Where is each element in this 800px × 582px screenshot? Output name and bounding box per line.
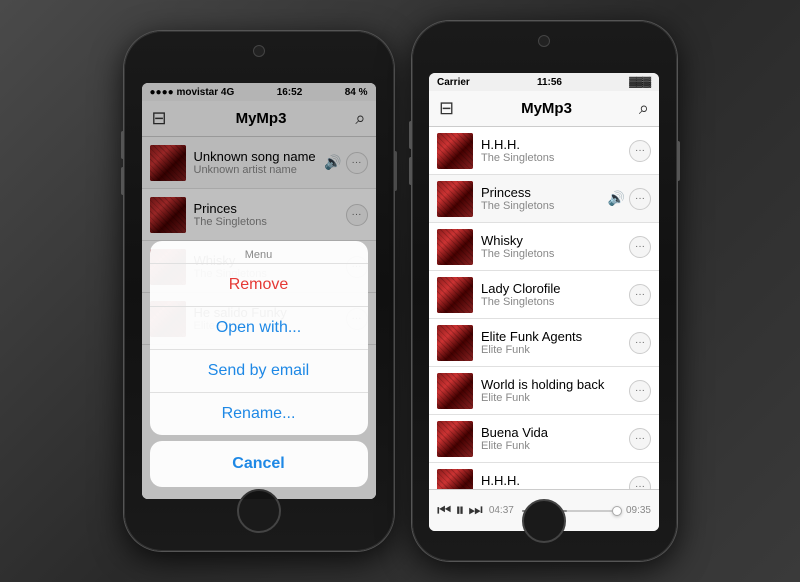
song-item-r7[interactable]: H.H.H. The Singletons ··· [429,463,659,489]
total-time: 09:35 [626,505,651,516]
song-info-r2: Whisky The Singletons [481,233,629,260]
player-bar: ⏮ ⏸ ⏭ 04:37 09:35 [429,489,659,531]
song-name-r1: Princess [481,185,608,200]
song-thumb-r6 [437,421,473,457]
song-thumb-r2 [437,229,473,265]
song-item-r4[interactable]: Elite Funk Agents Elite Funk ··· [429,319,659,367]
song-actions-r7: ··· [629,476,651,490]
song-artist-r1: The Singletons [481,200,608,212]
song-artist-r6: Elite Funk [481,440,629,452]
song-artist-r2: The Singletons [481,248,629,260]
right-screen: Carrier 11:56 ▓▓▓ ⊟ MyMp3 ⌕ H.H.H. The S… [429,73,659,531]
power-button[interactable] [394,151,397,191]
vol-up-button[interactable] [121,131,124,159]
nav-bar-right: ⊟ MyMp3 ⌕ [429,91,659,127]
song-artist-r4: Elite Funk [481,344,629,356]
song-item-r2[interactable]: Whisky The Singletons ··· [429,223,659,271]
song-info-r3: Lady Clorofile The Singletons [481,281,629,308]
progress-thumb[interactable] [612,506,622,516]
more-button-r4[interactable]: ··· [629,332,651,354]
status-carrier-right: Carrier [437,77,470,88]
rewind-button[interactable]: ⏮ [437,502,451,520]
song-thumb-r3 [437,277,473,313]
song-actions-r2: ··· [629,236,651,258]
song-actions-r3: ··· [629,284,651,306]
power-button-right[interactable] [677,141,680,181]
pause-button[interactable]: ⏸ [455,500,464,521]
song-item-r0[interactable]: H.H.H. The Singletons ··· [429,127,659,175]
menu-item-send-email[interactable]: Send by email [150,350,368,393]
song-name-r2: Whisky [481,233,629,248]
song-item-r6[interactable]: Buena Vida Elite Funk ··· [429,415,659,463]
left-screen: ●●●● movistar 4G 16:52 84 % ⊟ MyMp3 ⌕ Un… [142,83,376,499]
song-item-r1[interactable]: Princess The Singletons 🔊 ··· [429,175,659,223]
nav-search-icon-right[interactable]: ⌕ [639,98,649,119]
more-button-r5[interactable]: ··· [629,380,651,402]
nav-book-icon-right[interactable]: ⊟ [439,98,454,119]
song-info-r0: H.H.H. The Singletons [481,137,629,164]
song-actions-r6: ··· [629,428,651,450]
song-artist-r5: Elite Funk [481,392,629,404]
menu-item-rename[interactable]: Rename... [150,393,368,435]
song-item-r5[interactable]: World is holding back Elite Funk ··· [429,367,659,415]
context-menu-overlay[interactable]: Menu Remove Open with... Send by email R… [142,83,376,499]
more-button-r7[interactable]: ··· [629,476,651,490]
song-actions-r5: ··· [629,380,651,402]
status-time-right: 11:56 [537,77,562,88]
song-thumb-r0 [437,133,473,169]
song-info-r1: Princess The Singletons [481,185,608,212]
progress-bar[interactable] [522,510,618,512]
song-info-r4: Elite Funk Agents Elite Funk [481,329,629,356]
phone-left: ●●●● movistar 4G 16:52 84 % ⊟ MyMp3 ⌕ Un… [124,31,394,551]
vol-down-button-right[interactable] [409,157,412,185]
song-thumb-r5 [437,373,473,409]
more-button-r3[interactable]: ··· [629,284,651,306]
nav-title-right: MyMp3 [521,100,572,117]
current-time: 04:37 [489,505,514,516]
song-thumb-r1 [437,181,473,217]
song-name-r0: H.H.H. [481,137,629,152]
song-name-r3: Lady Clorofile [481,281,629,296]
song-name-r5: World is holding back [481,377,629,392]
song-thumb-r7 [437,469,473,490]
phone-right: Carrier 11:56 ▓▓▓ ⊟ MyMp3 ⌕ H.H.H. The S… [412,21,677,561]
more-button-r6[interactable]: ··· [629,428,651,450]
vol-down-button[interactable] [121,167,124,195]
song-actions-r0: ··· [629,140,651,162]
player-controls: ⏮ ⏸ ⏭ [437,500,483,521]
speaker-icon-r1: 🔊 [608,190,625,207]
status-battery-right: ▓▓▓ [629,77,651,88]
forward-button[interactable]: ⏭ [468,502,482,520]
song-artist-r0: The Singletons [481,152,629,164]
song-list-right: H.H.H. The Singletons ··· Princess The S… [429,127,659,489]
menu-title: Menu [150,241,368,264]
menu-item-open-with[interactable]: Open with... [150,307,368,350]
song-actions-r1: 🔊 ··· [608,188,651,210]
menu-sheet: Menu Remove Open with... Send by email R… [150,241,368,487]
song-actions-r4: ··· [629,332,651,354]
song-name-r6: Buena Vida [481,425,629,440]
more-button-r2[interactable]: ··· [629,236,651,258]
song-info-r5: World is holding back Elite Funk [481,377,629,404]
status-bar-right: Carrier 11:56 ▓▓▓ [429,73,659,91]
song-info-r7: H.H.H. The Singletons [481,473,629,489]
song-artist-r7: The Singletons [481,488,629,489]
vol-up-button-right[interactable] [409,121,412,149]
menu-box: Menu Remove Open with... Send by email R… [150,241,368,435]
song-info-r6: Buena Vida Elite Funk [481,425,629,452]
progress-fill [522,510,567,512]
more-button-r0[interactable]: ··· [629,140,651,162]
song-name-r4: Elite Funk Agents [481,329,629,344]
menu-item-remove[interactable]: Remove [150,264,368,307]
song-thumb-r4 [437,325,473,361]
menu-cancel-button[interactable]: Cancel [150,441,368,487]
more-button-r1[interactable]: ··· [629,188,651,210]
song-name-r7: H.H.H. [481,473,629,488]
song-item-r3[interactable]: Lady Clorofile The Singletons ··· [429,271,659,319]
song-artist-r3: The Singletons [481,296,629,308]
